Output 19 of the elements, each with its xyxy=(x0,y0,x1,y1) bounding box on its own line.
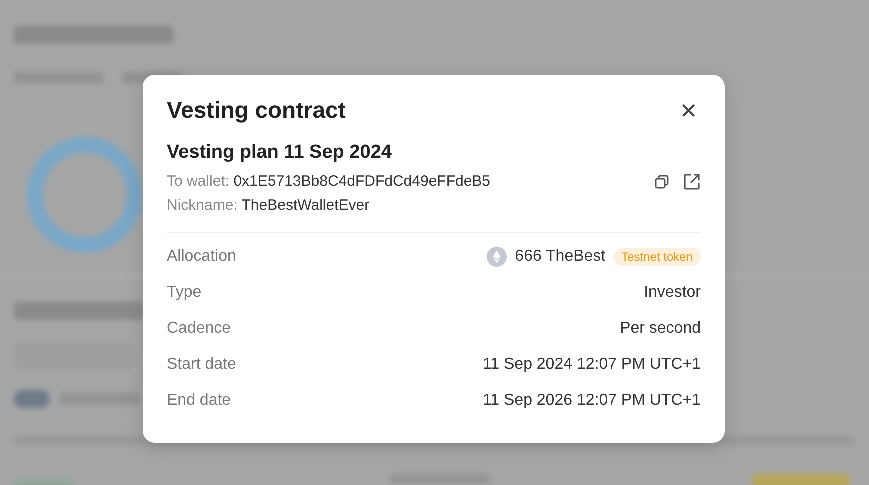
detail-value: Investor xyxy=(644,284,701,302)
detail-label: End date xyxy=(167,392,232,410)
detail-label: Type xyxy=(167,284,202,302)
ethereum-icon xyxy=(487,247,508,267)
detail-value: 666 TheBest xyxy=(515,248,606,266)
external-link-icon[interactable] xyxy=(683,173,701,191)
wallet-nickname: Nickname: TheBestWalletEver xyxy=(167,196,370,216)
detail-label: Cadence xyxy=(167,320,232,338)
copy-icon[interactable] xyxy=(655,175,669,189)
close-button[interactable]: × xyxy=(680,98,697,122)
detail-value: Per second xyxy=(620,320,701,338)
wallet-address: To wallet: 0x1E5713Bb8C4dFDFdCd49eFFdeB5 xyxy=(167,172,491,192)
dialog-title: Vesting contract xyxy=(167,97,346,124)
token-badge: Testnet token xyxy=(614,248,701,266)
detail-label: Start date xyxy=(167,356,236,374)
detail-value: 11 Sep 2024 12:07 PM UTC+1 xyxy=(482,356,701,374)
detail-value: 11 Sep 2026 12:07 PM UTC+1 xyxy=(482,392,701,410)
plan-title: Vesting plan 11 Sep 2024 xyxy=(167,142,393,164)
detail-label: Allocation xyxy=(167,248,236,266)
